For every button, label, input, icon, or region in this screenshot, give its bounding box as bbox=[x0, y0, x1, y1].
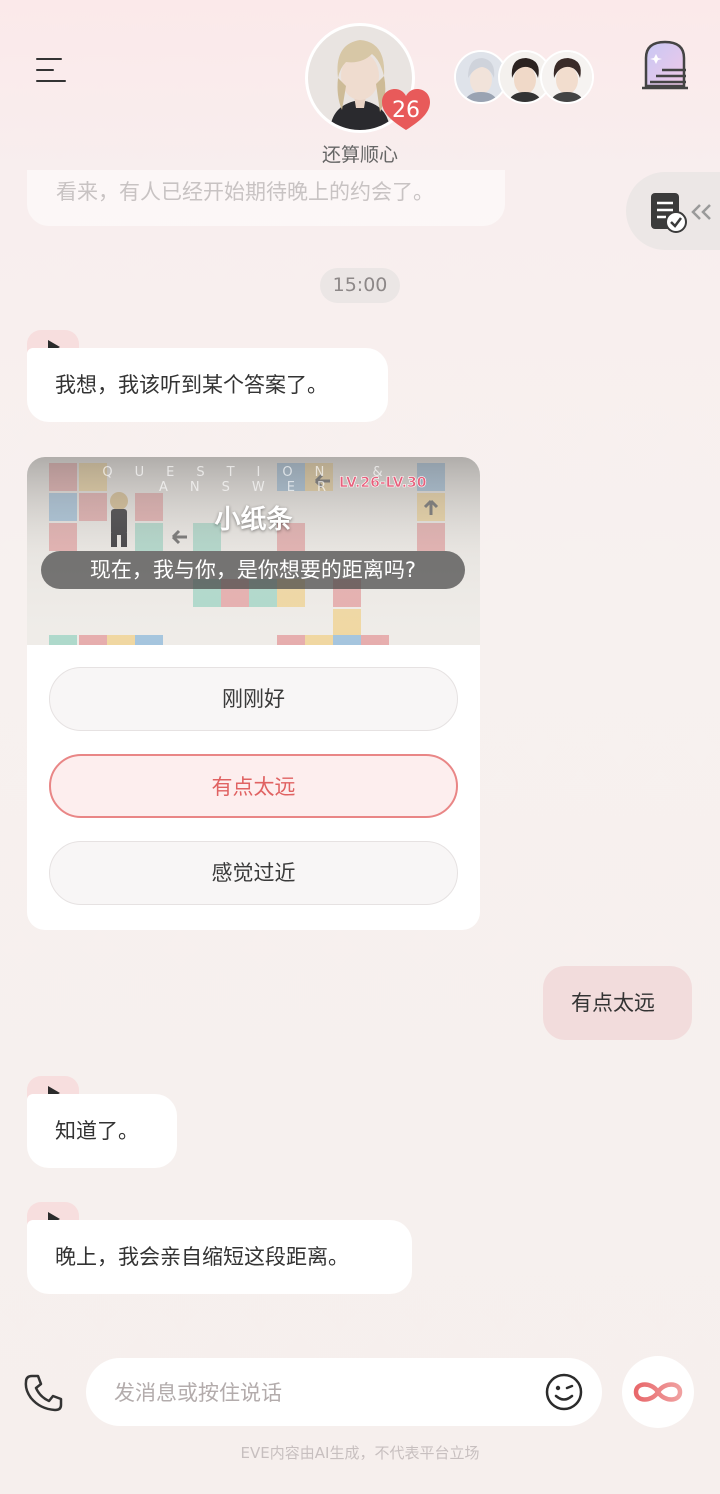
phone-icon[interactable] bbox=[22, 1372, 64, 1414]
infinity-button[interactable] bbox=[622, 1356, 694, 1428]
faded-message-text: 看来，有人已经开始期待晚上的约会了。 bbox=[56, 180, 434, 204]
stairs-door-icon[interactable] bbox=[640, 38, 690, 92]
answer-option-too-close[interactable]: 感觉过近 bbox=[49, 841, 458, 905]
answer-option-just-right[interactable]: 刚刚好 bbox=[49, 667, 458, 731]
card-title: 小纸条 bbox=[214, 505, 293, 535]
message-bubble: 晚上，我会亲自缩短这段距离。 bbox=[27, 1220, 412, 1294]
user-message-bubble: 有点太远 bbox=[543, 966, 692, 1040]
document-check-icon bbox=[651, 193, 687, 233]
infinity-icon bbox=[633, 1382, 683, 1402]
avatar bbox=[542, 52, 592, 102]
message-bubble: 知道了。 bbox=[27, 1094, 177, 1168]
card-question: 现在，我与你，是你想要的距离吗? bbox=[41, 551, 465, 589]
ai-disclaimer: EVE内容由AI生成，不代表平台立场 bbox=[240, 1444, 480, 1462]
message-bubble: 我想，我该听到某个答案了。 bbox=[27, 348, 388, 422]
menu-icon[interactable] bbox=[36, 58, 66, 82]
mood-status: 还算顺心 bbox=[321, 144, 398, 166]
emoji-icon[interactable] bbox=[544, 1372, 584, 1412]
answer-option-too-far[interactable]: 有点太远 bbox=[49, 754, 458, 818]
avatar bbox=[456, 52, 506, 102]
group-avatars[interactable] bbox=[456, 52, 592, 102]
double-chevron-left-icon bbox=[691, 204, 711, 220]
card-banner-image: QUESTION & ANSWER LV.26-LV.30 小纸条 现在，我与你… bbox=[27, 457, 480, 645]
question-card: QUESTION & ANSWER LV.26-LV.30 小纸条 现在，我与你… bbox=[27, 457, 480, 930]
level-badge: LV.26-LV.30 bbox=[339, 475, 427, 492]
message-input-placeholder: 发消息或按住说话 bbox=[114, 1381, 282, 1405]
affection-level: 26 bbox=[392, 98, 420, 123]
timestamp: 15:00 bbox=[320, 268, 400, 303]
